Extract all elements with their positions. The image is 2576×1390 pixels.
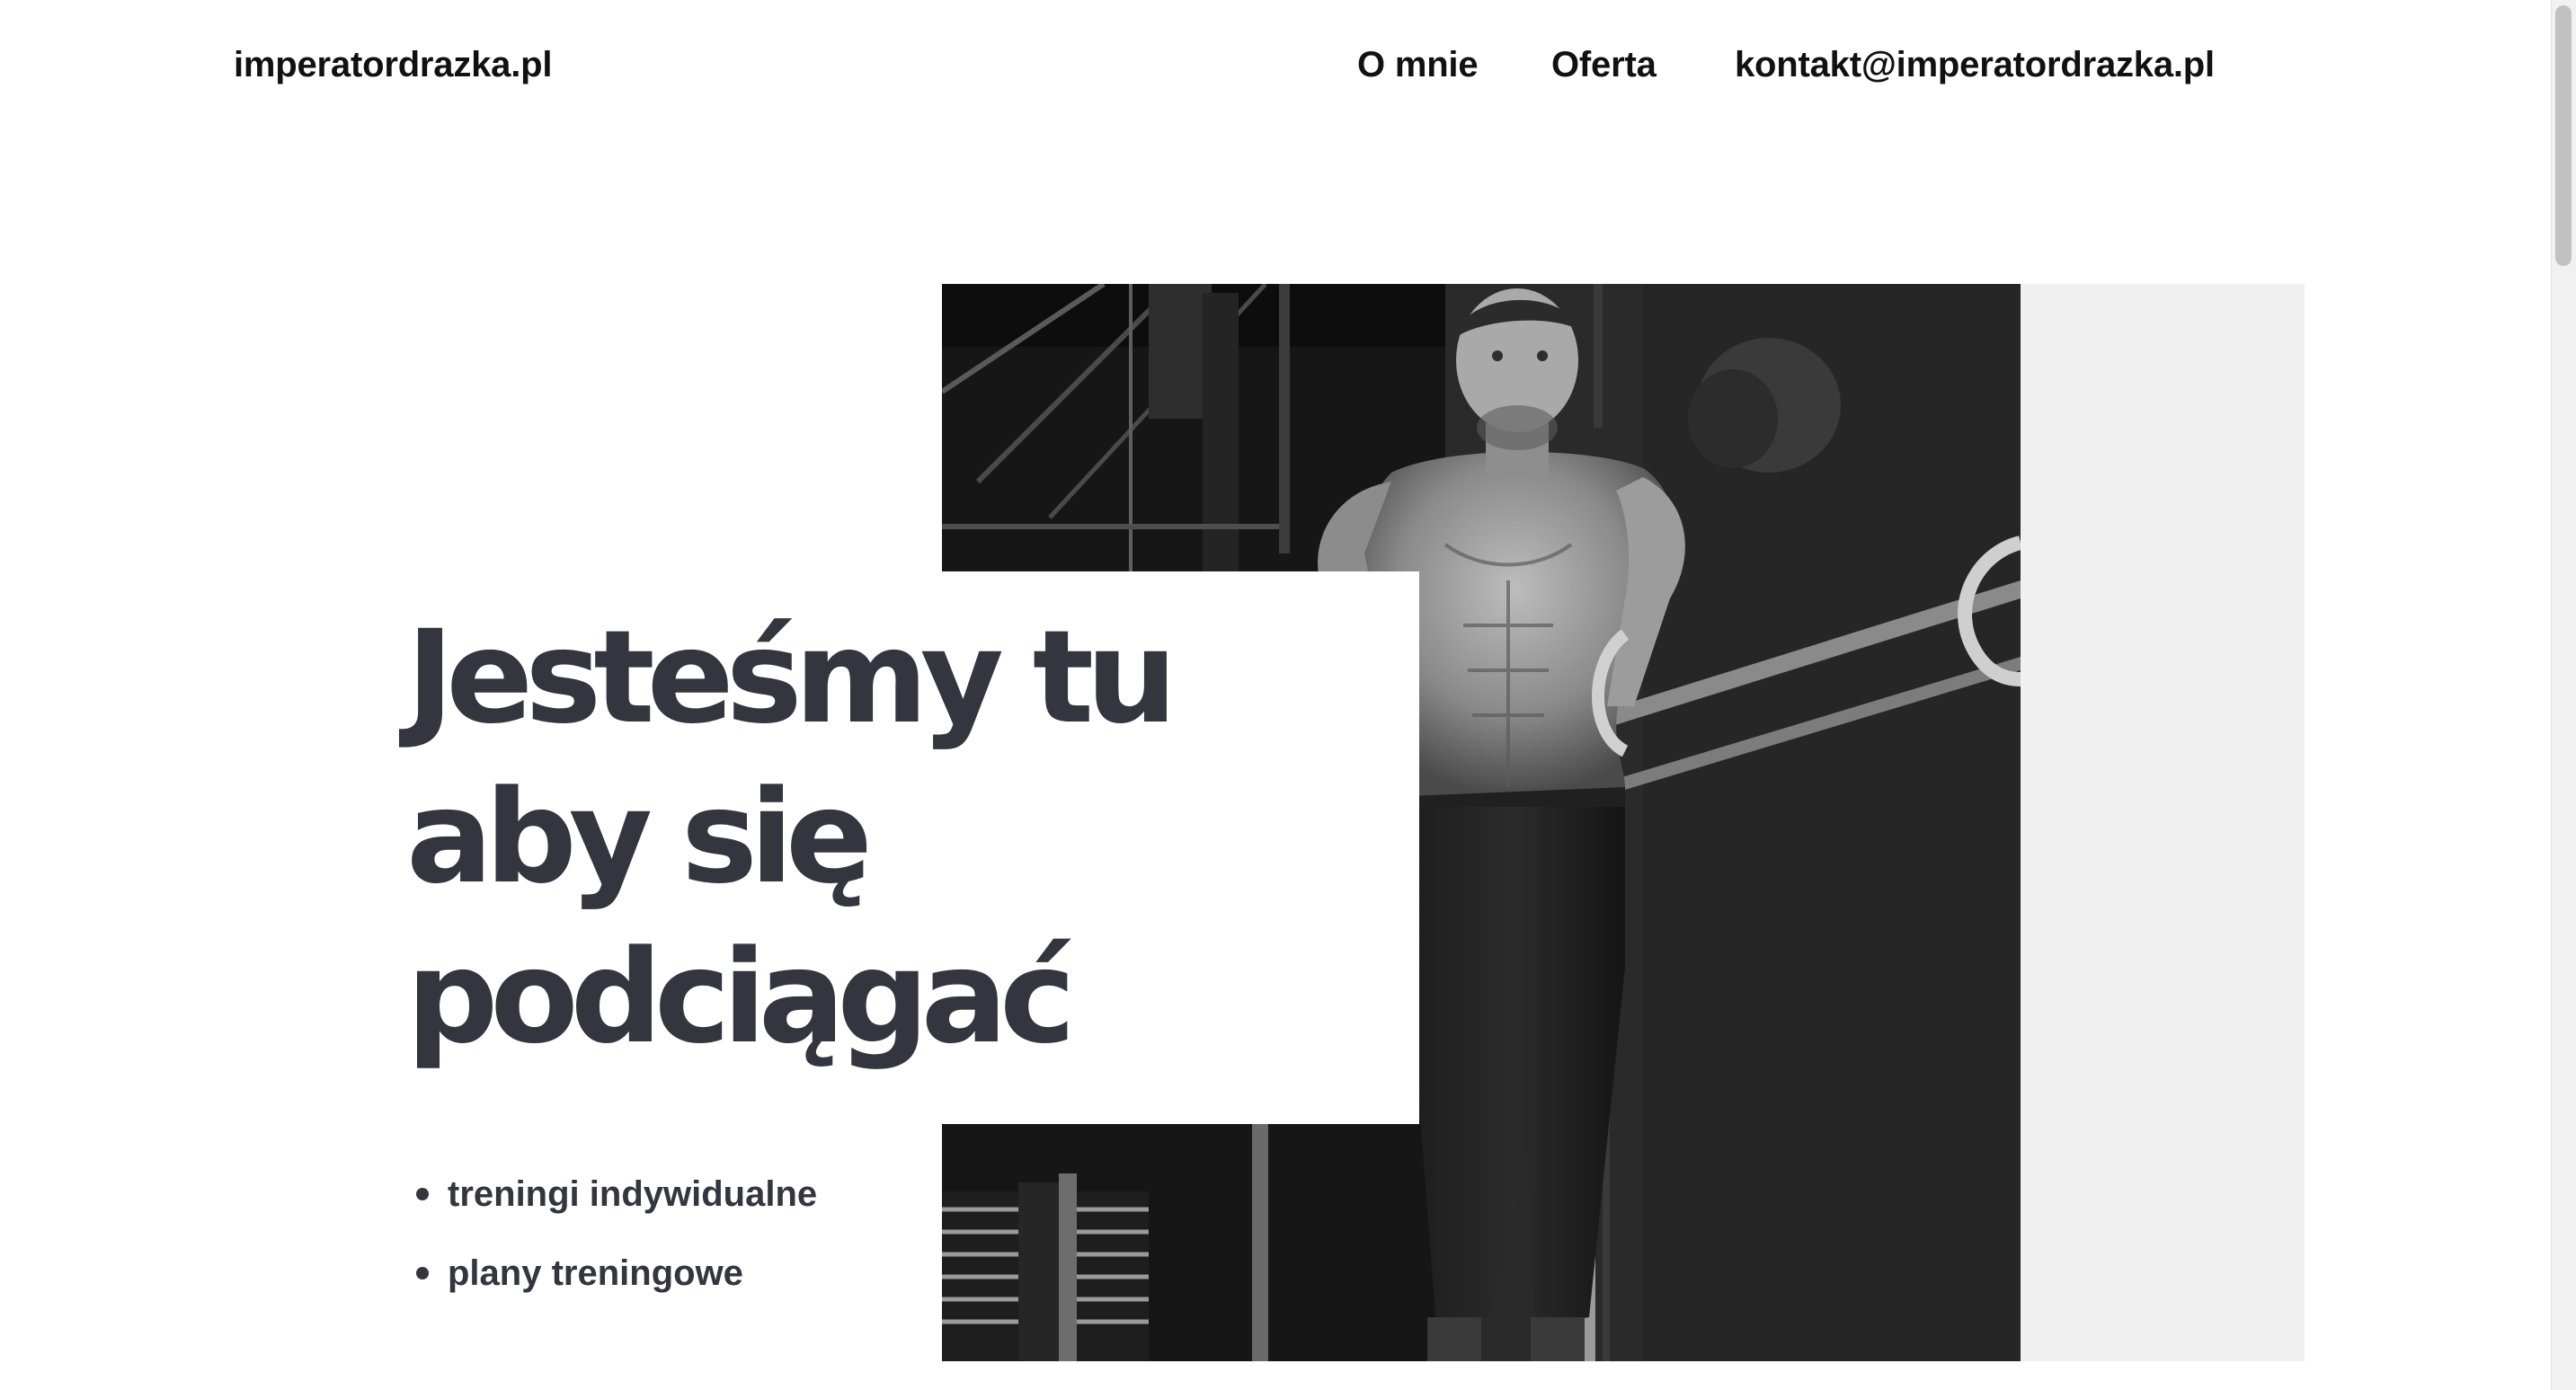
hero-headline-line-3: podciągać [406,922,1076,1072]
hero-headline-line-1: Jesteśmy tu [406,602,1177,752]
feature-item: treningi indywidualne [409,1155,817,1234]
nav-link-contact-email[interactable]: kontakt@imperatordrazka.pl [1735,38,2215,92]
feature-label: treningi indywidualne [448,1174,818,1214]
features-list: treningi indywidualne plany treningowe [409,1155,817,1313]
nav-link-about[interactable]: O mnie [1357,38,1479,92]
bullet-dot-icon [416,1188,429,1200]
hero-headline: Jesteśmy tu aby się podciągać [406,598,1215,1077]
site-header: imperatordrazka.pl O mnie Oferta kontakt… [0,0,2551,135]
hero-headline-line-2: aby się [406,762,873,912]
hero-gray-panel [2020,284,2305,1361]
nav-link-offer[interactable]: Oferta [1551,38,1657,92]
feature-label: plany treningowe [448,1253,743,1293]
scrollbar-thumb[interactable] [2555,5,2572,266]
feature-item: plany treningowe [409,1234,817,1313]
site-logo-link[interactable]: imperatordrazka.pl [234,38,552,92]
page: imperatordrazka.pl O mnie Oferta kontakt… [0,0,2551,1390]
bullet-dot-icon [416,1267,429,1279]
